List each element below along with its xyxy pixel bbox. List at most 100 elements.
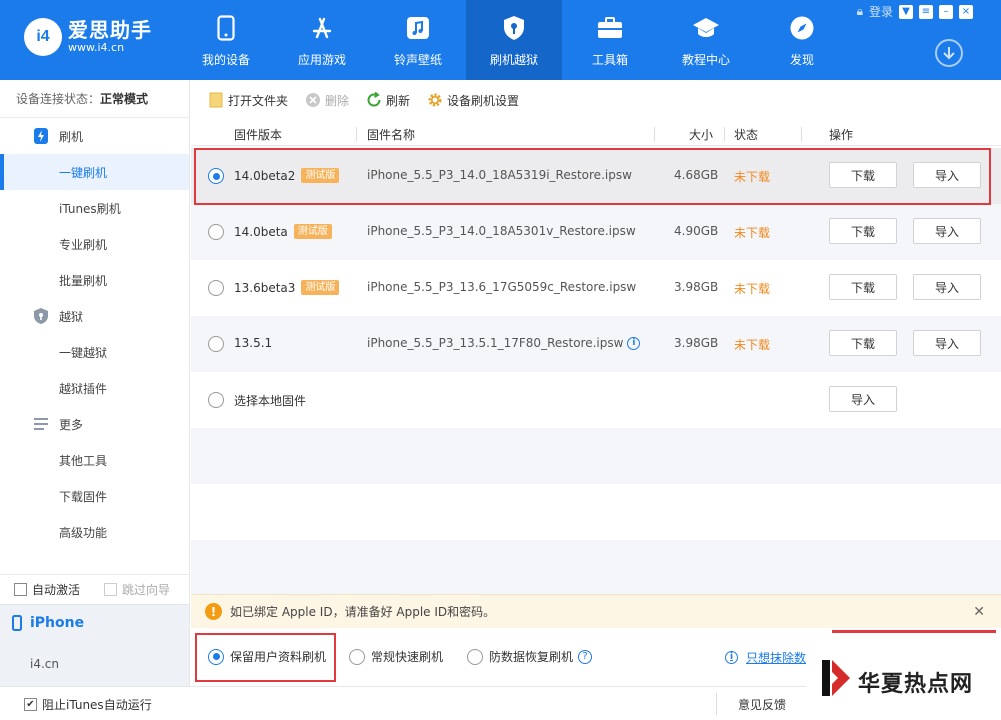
version-text: 13.5.1: [234, 336, 273, 350]
local-import-button[interactable]: 导入: [829, 386, 897, 412]
device-name[interactable]: iPhone: [12, 615, 84, 631]
feedback-link[interactable]: 意见反馈: [738, 696, 786, 713]
mode-quick[interactable]: 常规快速刷机: [349, 648, 443, 665]
nav-label: 铃声壁纸: [393, 53, 442, 67]
sidebar-item-label: 一键刷机: [59, 165, 108, 180]
nav-apps-games[interactable]: 应用游戏: [274, 0, 370, 80]
download-arrow-icon[interactable]: [935, 39, 963, 67]
footer-divider: [716, 693, 717, 715]
version-text: 14.0beta: [234, 224, 288, 239]
logo-badge: i4: [24, 18, 62, 56]
firmware-table-header: 固件版本 固件名称 大小 状态 操作: [191, 122, 1001, 146]
firmware-row[interactable]: 13.5.1 iPhone_5.5_P3_13.5.1_17F80_Restor…: [191, 316, 1001, 372]
firmware-radio[interactable]: [208, 336, 224, 352]
nav-flash-jailbreak[interactable]: 刷机越狱: [466, 0, 562, 80]
sidebar-item-label: 其他工具: [59, 453, 108, 468]
graduation-cap-icon: [692, 14, 720, 42]
firmware-row[interactable]: 13.6beta3 测试版 iPhone_5.5_P3_13.6_17G5059c…: [191, 260, 1001, 316]
flash-settings-button[interactable]: 设备刷机设置: [427, 92, 519, 109]
local-firmware-radio[interactable]: [208, 392, 224, 408]
download-button[interactable]: 下载: [829, 274, 897, 300]
nav-toolbox[interactable]: 工具箱: [562, 0, 658, 80]
header-bar: i4 爱思助手 www.i4.cn 我的设备 应用游戏 铃声壁纸 刷机越狱 工具…: [0, 0, 1001, 80]
sidebar-item-label: 下载固件: [59, 489, 108, 504]
nav-discover[interactable]: 发现: [754, 0, 850, 80]
firmware-version: 14.0beta 测试版: [234, 224, 332, 239]
menu-icon[interactable]: ≡: [919, 4, 933, 19]
info-icon[interactable]: i: [627, 336, 641, 350]
version-text: 13.6beta3: [234, 280, 296, 295]
folder-icon: [208, 92, 224, 108]
main-nav: 我的设备 应用游戏 铃声壁纸 刷机越狱 工具箱 教程中心 发现: [178, 0, 850, 80]
sidebar-group-more[interactable]: 更多: [0, 406, 189, 442]
sidebar-group-jailbreak[interactable]: 越狱: [0, 298, 189, 334]
login-link[interactable]: 登录: [869, 3, 893, 20]
block-itunes-option[interactable]: ✔ 阻止iTunes自动运行: [24, 696, 152, 713]
firmware-status: 未下载: [734, 282, 771, 296]
nav-my-device[interactable]: 我的设备: [178, 0, 274, 80]
sidebar-item-pro-flash[interactable]: 专业刷机: [0, 226, 189, 262]
mode-anti-recovery[interactable]: 防数据恢复刷机 ?: [467, 648, 593, 665]
minimize-icon[interactable]: –: [939, 4, 953, 19]
open-folder-label: 打开文件夹: [228, 93, 289, 108]
auto-activate-checkbox[interactable]: [14, 583, 27, 596]
open-folder-button[interactable]: 打开文件夹: [208, 92, 288, 109]
empty-row: [191, 484, 1001, 540]
sidebar-item-advanced[interactable]: 高级功能: [0, 514, 189, 550]
phone-icon: [12, 615, 22, 631]
header-version: 固件版本: [234, 128, 283, 142]
header-divider: [356, 127, 357, 141]
nav-label: 刷机越狱: [489, 53, 538, 67]
toolbar: 打开文件夹 删除 刷新 设备刷机设置: [191, 80, 1001, 120]
import-button[interactable]: 导入: [913, 330, 981, 356]
sidebar-item-one-click-jailbreak[interactable]: 一键越狱: [0, 334, 189, 370]
nav-ringtones-wallpapers[interactable]: 铃声壁纸: [370, 0, 466, 80]
sidebar-item-itunes-flash[interactable]: iTunes刷机: [0, 190, 189, 226]
sidebar-item-one-click-flash[interactable]: 一键刷机: [0, 154, 189, 190]
firmware-size: 4.90GB: [674, 224, 719, 238]
help-icon[interactable]: ?: [578, 649, 593, 664]
lock-icon[interactable]: 🔒︎: [857, 4, 863, 19]
sidebar-item-label: 批量刷机: [59, 273, 108, 288]
header-action: 操作: [829, 128, 854, 142]
status-label: 设备连接状态：: [16, 92, 101, 106]
mode-label: 常规快速刷机: [371, 650, 444, 664]
download-button[interactable]: 下载: [829, 330, 897, 356]
download-button[interactable]: 下载: [829, 218, 897, 244]
import-button[interactable]: 导入: [913, 274, 981, 300]
sidebar-item-label: 专业刷机: [59, 237, 108, 252]
watermark-bar: [832, 630, 996, 633]
mode-radio[interactable]: [349, 648, 365, 665]
mode-radio[interactable]: [467, 648, 483, 665]
sidebar-group-flash[interactable]: 刷机: [0, 118, 189, 154]
music-icon: [404, 14, 432, 42]
close-icon[interactable]: ✕: [973, 604, 985, 620]
watermark-logo-icon: [822, 660, 850, 696]
flash-settings-label: 设备刷机设置: [447, 93, 520, 108]
refresh-button[interactable]: 刷新: [366, 92, 410, 109]
firmware-radio[interactable]: [208, 280, 224, 296]
block-itunes-checkbox[interactable]: ✔: [24, 698, 37, 711]
highlight-box: [194, 148, 991, 205]
close-icon[interactable]: ×: [959, 4, 973, 19]
menu-icon: [32, 415, 50, 433]
delete-button[interactable]: 删除: [305, 92, 349, 109]
firmware-radio[interactable]: [208, 224, 224, 240]
sidebar-item-jailbreak-plugins[interactable]: 越狱插件: [0, 370, 189, 406]
sidebar-item-other-tools[interactable]: 其他工具: [0, 442, 189, 478]
shirt-icon[interactable]: ▼: [899, 4, 913, 19]
import-button[interactable]: 导入: [913, 218, 981, 244]
sidebar-item-download-firmware[interactable]: 下载固件: [0, 478, 189, 514]
nav-label: 发现: [789, 53, 814, 67]
nav-tutorials[interactable]: 教程中心: [658, 0, 754, 80]
header-size: 大小: [689, 128, 714, 142]
flash-icon: [32, 127, 50, 145]
toolbox-icon: [596, 14, 624, 42]
sidebar-item-batch-flash[interactable]: 批量刷机: [0, 262, 189, 298]
skip-guide-label: 跳过向导: [122, 583, 171, 597]
erase-only-link[interactable]: i 只想抹除数: [725, 649, 806, 666]
firmware-row[interactable]: 14.0beta 测试版 iPhone_5.5_P3_14.0_18A5301v_…: [191, 204, 1001, 260]
local-firmware-row[interactable]: 选择本地固件 导入: [191, 372, 1001, 428]
nav-label: 应用游戏: [297, 53, 346, 67]
header-divider: [724, 127, 725, 141]
